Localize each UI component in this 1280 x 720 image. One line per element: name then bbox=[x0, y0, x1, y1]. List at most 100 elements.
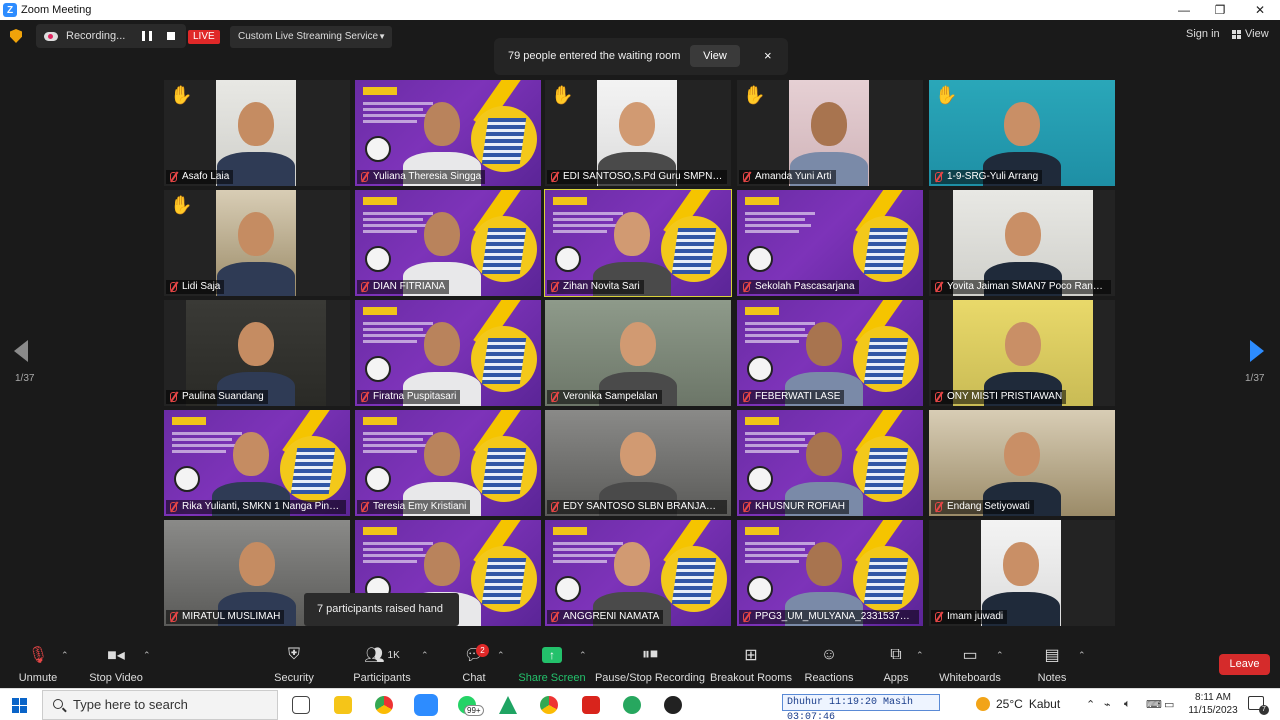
stream-service-dropdown[interactable]: Custom Live Streaming Service ▼ bbox=[230, 26, 392, 48]
language-icon[interactable]: ⌨ bbox=[1146, 698, 1162, 711]
participant-name: Teresia Emy Kristiani bbox=[373, 501, 467, 512]
browser-app-icon[interactable] bbox=[623, 696, 641, 714]
stop-recording-icon[interactable] bbox=[167, 32, 175, 40]
grid-view-icon bbox=[1232, 29, 1241, 39]
clock-date: 11/15/2023 bbox=[1188, 705, 1238, 716]
participant-tile[interactable]: DIAN FITRIANA bbox=[355, 190, 541, 296]
participant-name-tag: KHUSNUR ROFIAH bbox=[739, 500, 850, 514]
close-window-button[interactable]: ✕ bbox=[1240, 0, 1280, 20]
chrome-icon[interactable] bbox=[375, 696, 393, 714]
participant-tile[interactable]: ANGGRENI NAMATA bbox=[545, 520, 731, 626]
participant-tile[interactable]: Sekolah Pascasarjana bbox=[737, 190, 923, 296]
participant-tile[interactable]: ✋ Amanda Yuni Arti bbox=[737, 80, 923, 186]
reactions-button[interactable]: ☺︎ Reactions bbox=[804, 644, 854, 684]
participant-name-tag: Teresia Emy Kristiani bbox=[357, 500, 471, 514]
leave-button[interactable]: Leave bbox=[1219, 654, 1270, 675]
participant-tile[interactable]: Yovita Jaiman SMAN7 Poco Ranaka bbox=[929, 190, 1115, 296]
view-label: View bbox=[1245, 28, 1269, 40]
whiteboards-options-chevron-icon[interactable]: ⌃ bbox=[996, 650, 1004, 661]
share-options-chevron-icon[interactable]: ⌃ bbox=[579, 650, 587, 661]
participants-count: 1K bbox=[387, 649, 400, 661]
video-options-chevron-icon[interactable]: ⌃ bbox=[143, 650, 151, 661]
participant-tile[interactable]: ✋ 1-9-SRG-Yuli Arrang bbox=[929, 80, 1115, 186]
share-screen-button[interactable]: ↑ Share Screen bbox=[518, 644, 586, 684]
notes-options-chevron-icon[interactable]: ⌃ bbox=[1078, 650, 1086, 661]
windows-start-icon[interactable] bbox=[12, 698, 27, 713]
participant-tile[interactable]: ONY MISTI PRISTIAWAN bbox=[929, 300, 1115, 406]
participant-name: Firatna Puspitasari bbox=[373, 391, 457, 402]
system-clock[interactable]: 8:11 AM 11/15/2023 bbox=[1182, 691, 1244, 717]
pause-recording-icon[interactable] bbox=[142, 31, 152, 41]
participant-tile[interactable]: Imam juwadi bbox=[929, 520, 1115, 626]
task-view-icon[interactable] bbox=[292, 696, 310, 714]
notes-icon: ▤ bbox=[1044, 647, 1060, 664]
participant-tile[interactable]: PPG3_UM_MULYANA_233153714... bbox=[737, 520, 923, 626]
network-icon[interactable]: ⌁ bbox=[1104, 698, 1111, 711]
notes-button[interactable]: ▤ Notes bbox=[1036, 644, 1068, 684]
next-page-arrow-icon[interactable] bbox=[1250, 340, 1264, 362]
sign-in-link[interactable]: Sign in bbox=[1186, 28, 1220, 40]
participant-tile[interactable]: Teresia Emy Kristiani bbox=[355, 410, 541, 516]
window-title: Zoom Meeting bbox=[21, 4, 92, 16]
participants-button[interactable]: 👥︎ 1K Participants bbox=[350, 644, 414, 684]
participant-tile[interactable]: Zihan Novita Sari bbox=[544, 189, 732, 297]
encryption-shield-icon[interactable] bbox=[10, 29, 22, 43]
speaker-icon[interactable]: 🔈︎ bbox=[1124, 698, 1131, 711]
participant-name-tag: Imam juwadi bbox=[931, 610, 1008, 624]
page-indicator-right: 1/37 bbox=[1245, 373, 1265, 384]
battery-icon[interactable]: ▭ bbox=[1164, 698, 1174, 711]
participant-tile[interactable]: Rika Yulianti, SMKN 1 Nanga Pino... bbox=[164, 410, 350, 516]
previous-page-arrow-icon[interactable] bbox=[14, 340, 28, 362]
participant-tile[interactable]: Veronika Sampelalan bbox=[545, 300, 731, 406]
chat-options-chevron-icon[interactable]: ⌃ bbox=[497, 650, 505, 661]
participant-tile[interactable]: ✋ Lidi Saja bbox=[164, 190, 350, 296]
participant-tile[interactable]: EDY SANTOSO SLBN BRANJANGA... bbox=[545, 410, 731, 516]
tray-overflow-chevron-icon[interactable]: ⌃ bbox=[1086, 698, 1095, 711]
unmute-button[interactable]: 🎙︎ Unmute bbox=[18, 644, 58, 684]
view-waiting-room-button[interactable]: View bbox=[690, 45, 740, 67]
participant-tile[interactable]: ✋ Asafo Laia bbox=[164, 80, 350, 186]
windows-taskbar: Type here to search 99+ Dhuhur 11:19:20 … bbox=[0, 688, 1280, 720]
pdf-reader-icon[interactable] bbox=[582, 696, 600, 714]
participant-name: DIAN FITRIANA bbox=[373, 281, 446, 292]
close-notification-icon[interactable]: × bbox=[764, 48, 772, 63]
muted-mic-icon bbox=[551, 612, 558, 622]
whiteboards-button[interactable]: ▭ Whiteboards bbox=[938, 644, 1002, 684]
live-badge[interactable]: LIVE bbox=[188, 30, 220, 44]
muted-mic-icon bbox=[361, 172, 368, 182]
apps-options-chevron-icon[interactable]: ⌃ bbox=[916, 650, 924, 661]
minimize-button[interactable]: — bbox=[1164, 0, 1204, 20]
maximize-button[interactable]: ❐ bbox=[1200, 0, 1240, 20]
file-explorer-icon[interactable] bbox=[334, 696, 352, 714]
muted-mic-icon bbox=[743, 612, 750, 622]
participant-tile[interactable]: Paulina Suandang bbox=[164, 300, 350, 406]
participants-options-chevron-icon[interactable]: ⌃ bbox=[421, 650, 429, 661]
raised-hand-icon: ✋ bbox=[170, 195, 193, 215]
audio-options-chevron-icon[interactable]: ⌃ bbox=[61, 650, 69, 661]
muted-mic-icon bbox=[361, 502, 368, 512]
zoom-taskbar-icon[interactable] bbox=[414, 694, 438, 716]
stop-video-button[interactable]: ■◂ Stop Video bbox=[86, 644, 146, 684]
security-label: Security bbox=[274, 672, 314, 684]
participant-tile[interactable]: Firatna Puspitasari bbox=[355, 300, 541, 406]
muted-mic-icon bbox=[170, 282, 177, 292]
muted-mic-icon bbox=[743, 172, 750, 182]
view-button[interactable]: View bbox=[1232, 28, 1269, 40]
weather-widget[interactable]: 25°C Kabut bbox=[976, 697, 1060, 711]
notification-center-icon[interactable]: 7 bbox=[1248, 696, 1269, 715]
muted-mic-icon bbox=[170, 172, 177, 182]
obs-icon[interactable] bbox=[664, 696, 682, 714]
participant-tile[interactable]: KHUSNUR ROFIAH bbox=[737, 410, 923, 516]
participant-tile[interactable]: Yuliana Theresia Singga bbox=[355, 80, 541, 186]
pause-stop-recording-button[interactable]: ⏸︎⏹︎ Pause/Stop Recording bbox=[595, 644, 705, 684]
google-drive-icon[interactable] bbox=[499, 696, 517, 714]
participant-tile[interactable]: ✋ EDI SANTOSO,S.Pd Guru SMPN 1 ... bbox=[545, 80, 731, 186]
chrome-profile-icon[interactable] bbox=[540, 696, 558, 714]
security-button[interactable]: ⛨ Security bbox=[272, 644, 316, 684]
apps-button[interactable]: ⧉ Apps bbox=[880, 644, 912, 684]
prayer-time-widget[interactable]: Dhuhur 11:19:20 Masih 03:07:46 bbox=[782, 694, 940, 720]
participant-tile[interactable]: FEBERWATI LASE bbox=[737, 300, 923, 406]
taskbar-search-input[interactable]: Type here to search bbox=[42, 690, 278, 720]
breakout-rooms-button[interactable]: ⊞ Breakout Rooms bbox=[710, 644, 792, 684]
participant-tile[interactable]: Endang Setiyowati bbox=[929, 410, 1115, 516]
